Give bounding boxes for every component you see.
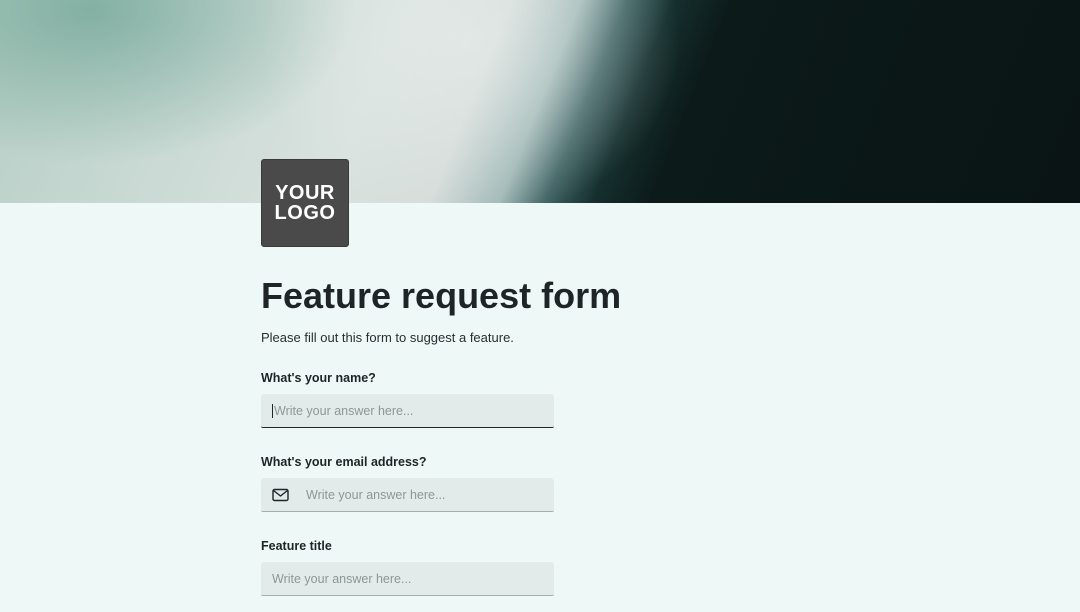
email-question-label: What's your email address? bbox=[261, 455, 427, 469]
feature-title-label: Feature title bbox=[261, 539, 332, 553]
name-question-label: What's your name? bbox=[261, 371, 376, 385]
name-question: What's your name? Write your answer here… bbox=[261, 370, 821, 428]
form-page: YOUR LOGO Feature request form Please fi… bbox=[0, 0, 1080, 612]
email-question: What's your email address? Write your an… bbox=[261, 454, 821, 512]
feature-title-placeholder: Write your answer here... bbox=[272, 571, 412, 586]
mail-icon bbox=[272, 488, 290, 502]
logo-text: YOUR LOGO bbox=[274, 182, 336, 224]
logo: YOUR LOGO bbox=[261, 159, 349, 247]
feature-title-input[interactable]: Write your answer here... bbox=[261, 562, 554, 596]
cover-image bbox=[0, 0, 1080, 203]
email-input-placeholder: Write your answer here... bbox=[306, 487, 446, 502]
name-input[interactable]: Write your answer here... bbox=[261, 394, 554, 428]
name-input-placeholder: Write your answer here... bbox=[274, 403, 414, 418]
form-content: Feature request form Please fill out thi… bbox=[261, 270, 821, 596]
feature-title-question: Feature title Write your answer here... bbox=[261, 538, 821, 596]
text-cursor bbox=[272, 403, 273, 418]
email-input[interactable]: Write your answer here... bbox=[261, 478, 554, 512]
form-description: Please fill out this form to suggest a f… bbox=[261, 330, 514, 345]
form-title: Feature request form bbox=[261, 275, 622, 316]
